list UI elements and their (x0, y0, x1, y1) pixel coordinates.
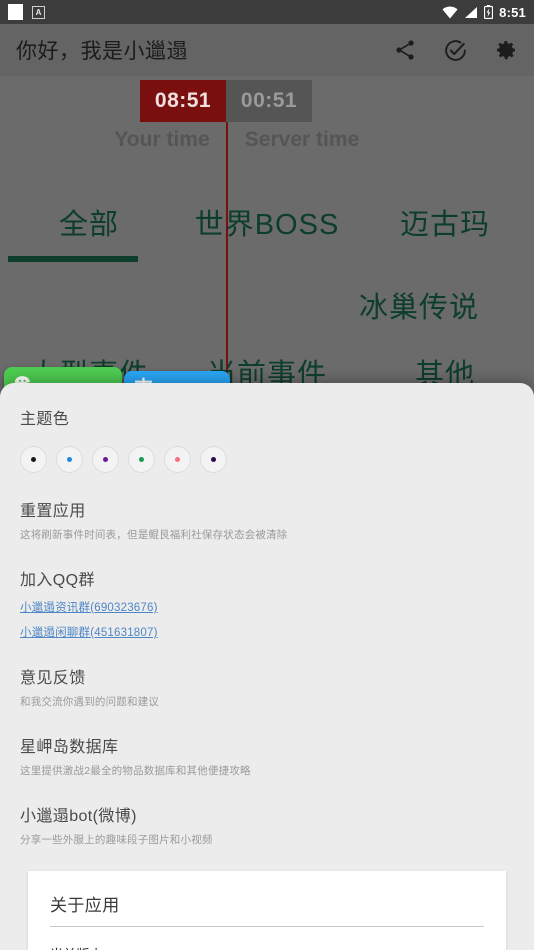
qq-link-chat[interactable]: 小邋遢闲聊群(451631807) (20, 624, 514, 640)
reset-app-title: 重置应用 (20, 503, 86, 520)
about-app-title: 关于应用 (50, 891, 484, 927)
database-section[interactable]: 星岬岛数据库 这里提供激战2最全的物品数据库和其他便捷攻略 (20, 733, 514, 778)
page-title: 你好，我是小邋遢 (16, 40, 188, 63)
settings-sheet-content: 主题色 重置应用 这将刷新事件时间表，但是鲲艮福利社保存状态会被清除 加入QQ群… (0, 383, 534, 847)
qq-group-links: 小邋遢资讯群(690323676) 小邋遢闲聊群(451631807) (20, 599, 514, 640)
theme-swatch-6[interactable] (200, 446, 227, 473)
theme-swatch-1[interactable] (20, 446, 47, 473)
theme-color-title: 主题色 (20, 411, 70, 428)
tab-selected-indicator (8, 256, 138, 262)
tab-all[interactable]: 全部 (0, 201, 178, 243)
weibo-bot-section[interactable]: 小邋遢bot(微博) 分享一些外服上的趣味段子图片和小视频 (20, 802, 514, 847)
status-bar-left-icons: A (8, 4, 45, 20)
app-bar-actions (393, 38, 518, 63)
join-qq-section: 加入QQ群 小邋遢资讯群(690323676) 小邋遢闲聊群(451631807… (20, 566, 514, 640)
battery-charging-icon (484, 5, 494, 19)
about-app-card: 关于应用 当前版本：4.31 小邋遢是 Shiny丶Gaga 的闲暇作品 星岬岛… (28, 871, 506, 950)
server-time-label: Server time (244, 128, 360, 151)
a-badge-icon: A (32, 5, 45, 19)
app-square-icon (8, 4, 23, 20)
app-bar: 你好，我是小邋遢 (0, 24, 534, 76)
theme-swatch-3[interactable] (92, 446, 119, 473)
signal-icon (465, 6, 478, 18)
reset-app-section[interactable]: 重置应用 这将刷新事件时间表，但是鲲艮福利社保存状态会被清除 (20, 497, 514, 542)
about-version-line: 当前版本：4.31 (50, 944, 484, 950)
tab-row-primary: 全部 世界BOSS 迈古玛 (0, 201, 534, 243)
your-time-chip: 08:51 (140, 80, 226, 122)
feedback-title: 意见反馈 (20, 670, 86, 687)
theme-color-swatches (20, 446, 514, 473)
theme-swatch-2[interactable] (56, 446, 83, 473)
theme-color-section: 主题色 (20, 405, 514, 473)
settings-bottom-sheet: 主题色 重置应用 这将刷新事件时间表，但是鲲艮福利社保存状态会被清除 加入QQ群… (0, 383, 534, 950)
wifi-icon (442, 6, 458, 18)
time-chips: 08:51 00:51 (140, 80, 312, 122)
reset-app-subtitle: 这将刷新事件时间表，但是鲲艮福利社保存状态会被清除 (20, 529, 288, 541)
theme-swatch-5[interactable] (164, 446, 191, 473)
feedback-section[interactable]: 意见反馈 和我交流你遇到的问题和建议 (20, 664, 514, 709)
event-label-ice-nest[interactable]: 冰巢传说 (304, 284, 534, 326)
gear-icon[interactable] (494, 38, 518, 62)
database-subtitle: 这里提供激战2最全的物品数据库和其他便捷攻略 (20, 765, 251, 777)
weibo-bot-title: 小邋遢bot(微博) (20, 808, 137, 825)
weibo-bot-subtitle: 分享一些外服上的趣味段子图片和小视频 (20, 834, 213, 846)
theme-swatch-4[interactable] (128, 446, 155, 473)
feedback-subtitle: 和我交流你遇到的问题和建议 (20, 696, 160, 708)
check-circle-icon[interactable] (443, 38, 468, 63)
status-bar: A 8:51 (0, 0, 534, 24)
tab-maguuma[interactable]: 迈古玛 (356, 201, 534, 243)
app-root: A 8:51 你好，我是小邋遢 08:51 00:51 Your time Se… (0, 0, 534, 950)
qq-link-news[interactable]: 小邋遢资讯群(690323676) (20, 599, 514, 615)
tab-world-boss[interactable]: 世界BOSS (178, 201, 356, 243)
share-icon[interactable] (393, 38, 417, 62)
join-qq-title: 加入QQ群 (20, 572, 95, 589)
status-bar-clock: 8:51 (499, 4, 526, 20)
server-time-chip: 00:51 (226, 80, 312, 122)
status-bar-right-icons: 8:51 (442, 5, 526, 20)
your-time-label: Your time (114, 128, 210, 151)
time-labels: Your time Server time (100, 128, 366, 152)
timeline-header: 08:51 00:51 Your time Server time 全部 世界B… (0, 76, 534, 459)
database-title: 星岬岛数据库 (20, 739, 119, 756)
